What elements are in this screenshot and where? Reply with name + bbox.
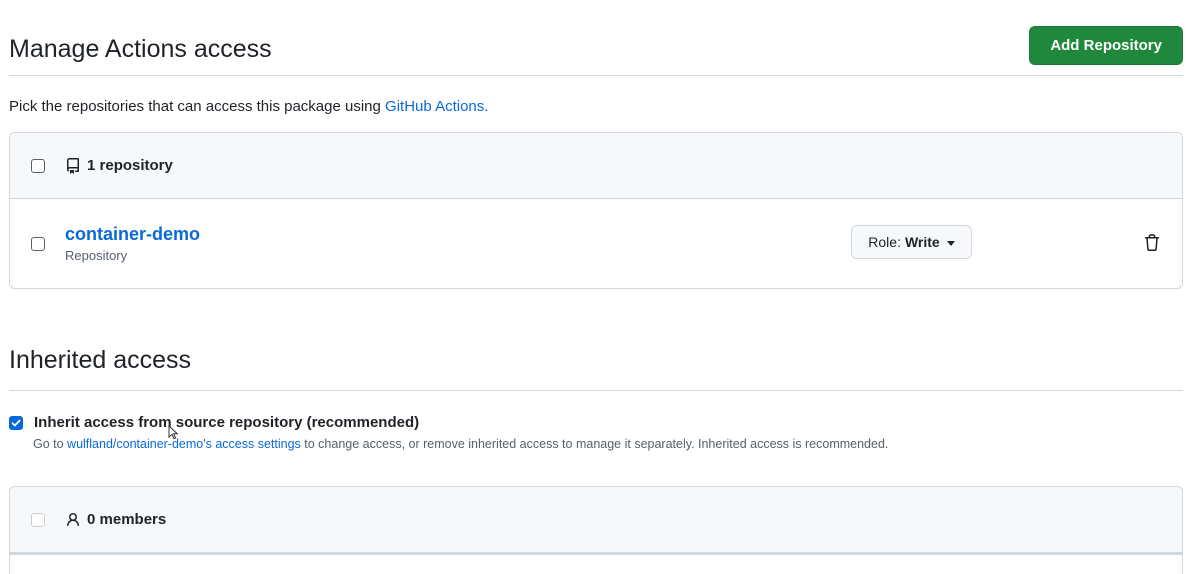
inherited-title: Inherited access — [9, 345, 192, 374]
note-prefix: Go to — [33, 437, 68, 451]
manage-actions-header: Manage Actions access Add Repository — [9, 23, 1183, 76]
access-settings-link[interactable]: wulfland/container-demo's access setting… — [67, 437, 301, 451]
inherited-access-header: Inherited access — [9, 330, 1183, 391]
inherit-access-label[interactable]: Inherit access from source repository (r… — [34, 414, 419, 431]
member-count: 0 members — [65, 511, 166, 528]
select-all-members-checkbox — [31, 512, 45, 527]
role-value: Write — [904, 234, 940, 250]
repository-count: 1 repository — [65, 157, 173, 174]
repository-list-header: 1 repository — [10, 133, 1182, 199]
person-icon — [67, 512, 79, 526]
page-title: Manage Actions access — [9, 34, 272, 63]
member-count-label: 0 members — [87, 511, 167, 528]
repo-type: Repository — [65, 248, 128, 263]
inherit-access-note: Go to wulfland/container-demo's access s… — [33, 437, 888, 451]
repository-count-label: 1 repository — [87, 157, 173, 174]
repo-name-link[interactable]: container-demo — [65, 223, 200, 245]
check-icon — [11, 419, 21, 426]
add-repository-button[interactable]: Add Repository — [1029, 25, 1183, 65]
inherit-access-option: Inherit access from source repository (r… — [9, 414, 888, 451]
description-text: Pick the repositories that can access th… — [9, 98, 386, 115]
inherit-access-checkbox[interactable] — [9, 415, 23, 430]
manage-description: Pick the repositories that can access th… — [9, 98, 488, 115]
mouse-cursor-icon — [168, 425, 178, 440]
trash-icon[interactable] — [1144, 234, 1160, 252]
caret-down-icon — [946, 240, 955, 246]
members-list-header: 0 members — [10, 487, 1182, 555]
repo-checkbox[interactable] — [31, 237, 45, 251]
select-all-repos-checkbox[interactable] — [31, 158, 45, 173]
role-dropdown[interactable]: Role: Write — [851, 225, 972, 259]
repository-list: 1 repository container-demo Repository R… — [9, 132, 1183, 289]
members-list: 0 members — [9, 486, 1183, 574]
repo-icon — [67, 157, 79, 174]
github-actions-link[interactable]: GitHub Actions. — [385, 98, 488, 115]
list-item: container-demo Repository Role: Write — [10, 199, 1182, 288]
note-suffix: to change access, or remove inherited ac… — [300, 437, 889, 451]
role-label: Role: — [868, 234, 901, 250]
